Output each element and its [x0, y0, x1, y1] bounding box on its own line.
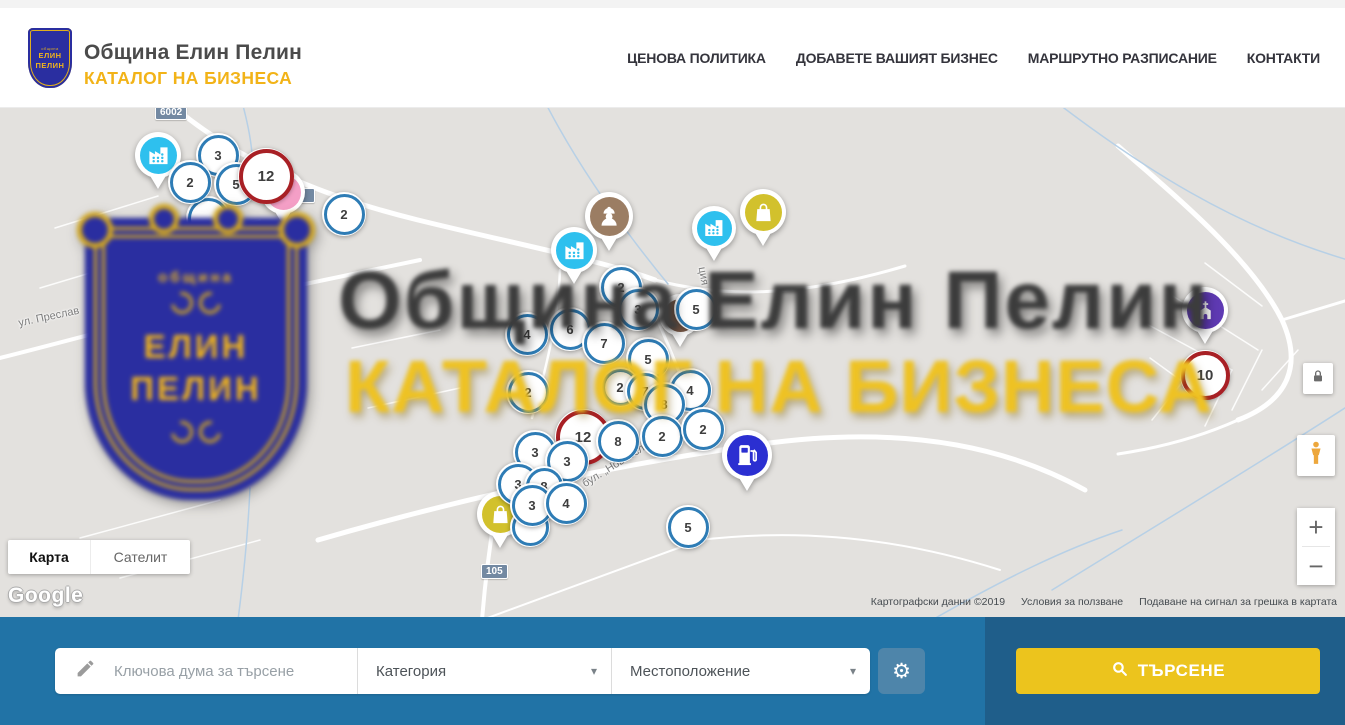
cluster-marker[interactable]: 8 [596, 419, 640, 463]
cluster-count: 4 [546, 483, 587, 524]
keyword-search-input[interactable] [112, 650, 357, 692]
zoom-control: + − [1297, 508, 1335, 585]
pegman-icon [1303, 438, 1329, 473]
pin-head [740, 189, 786, 235]
header: община ЕЛИН ПЕЛИН Община Елин Пелин КАТА… [0, 8, 1345, 108]
brand-logo[interactable]: община ЕЛИН ПЕЛИН Община Елин Пелин КАТА… [28, 28, 302, 89]
brand-subtitle: КАТАЛОГ НА БИЗНЕСА [84, 68, 302, 89]
search-submit-button[interactable]: ТЪРСЕНЕ [1016, 648, 1320, 694]
pin-head [1182, 287, 1228, 333]
bag-icon [745, 194, 782, 231]
zoom-in-button[interactable]: + [1297, 508, 1335, 546]
cluster-marker[interactable]: 5 [674, 287, 718, 331]
search-bar: Категория ▾ Местоположение ▾ ⚙ ТЪРСЕНЕ [0, 617, 1345, 725]
pin-head [692, 206, 736, 250]
nav-item-contacts[interactable]: КОНТАКТИ [1247, 50, 1320, 66]
search-bar-left: Категория ▾ Местоположение ▾ ⚙ [0, 617, 985, 725]
cluster-marker[interactable]: 4 [544, 481, 588, 525]
cluster-marker[interactable]: 2 [681, 407, 725, 451]
map-attribution: Картографски данни ©2019 Условия за полз… [871, 596, 1337, 608]
cluster-count: 5 [668, 507, 709, 548]
factory-pin[interactable] [692, 206, 736, 250]
cluster-count: 2 [508, 372, 549, 413]
lock-icon [1310, 368, 1326, 389]
fuel-pin[interactable] [722, 430, 772, 480]
chevron-down-icon: ▾ [850, 664, 856, 678]
church-icon [1187, 292, 1224, 329]
cluster-marker[interactable]: 2 [506, 370, 550, 414]
bag-pin[interactable] [740, 189, 786, 235]
location-select-value: Местоположение [630, 663, 750, 680]
brand-title: Община Елин Пелин [84, 41, 302, 65]
search-button-label: ТЪРСЕНЕ [1138, 661, 1226, 681]
map-type-satellite-button[interactable]: Сателит [90, 540, 190, 574]
main-nav: ЦЕНОВА ПОЛИТИКА ДОБАВЕТЕ ВАШИЯТ БИЗНЕС М… [627, 8, 1320, 108]
nav-item-route-schedule[interactable]: МАРШРУТНО РАЗПИСАНИЕ [1028, 50, 1217, 66]
map-type-map-button[interactable]: Карта [8, 540, 90, 574]
zoom-out-button[interactable]: − [1297, 547, 1335, 585]
fuel-icon [727, 435, 768, 476]
category-select[interactable]: Категория ▾ [358, 648, 612, 694]
cluster-count: 4 [507, 314, 548, 355]
municipality-crest-logo: община ЕЛИН ПЕЛИН [28, 28, 72, 88]
nav-item-pricing[interactable]: ЦЕНОВА ПОЛИТИКА [627, 50, 766, 66]
cluster-count: 12 [239, 149, 294, 204]
cluster-count: 10 [1181, 351, 1230, 400]
gear-icon: ⚙ [892, 659, 911, 683]
cluster-marker[interactable]: 2 [640, 414, 684, 458]
factory-icon [140, 137, 177, 174]
cluster-count: 2 [683, 409, 724, 450]
church-pin[interactable] [1182, 287, 1228, 333]
attribution-copyright: Картографски данни ©2019 [871, 596, 1005, 608]
lock-control[interactable] [1303, 363, 1333, 394]
cluster-count: 2 [170, 162, 211, 203]
cluster-count: 3 [618, 289, 659, 330]
report-map-error-link[interactable]: Подаване на сигнал за грешка в картата [1139, 596, 1337, 608]
cluster-count: 2 [642, 416, 683, 457]
pin-head [722, 430, 772, 480]
cluster-marker[interactable]: 2 [168, 160, 212, 204]
road-number-badge: 105 [481, 564, 508, 579]
cluster-count: 5 [676, 289, 717, 330]
terms-of-use-link[interactable]: Условия за ползване [1021, 596, 1123, 608]
cluster-marker[interactable]: 2 [322, 192, 366, 236]
pencil-icon [75, 658, 96, 684]
search-bar-right: ТЪРСЕНЕ [985, 617, 1345, 725]
cluster-marker[interactable]: 3 [616, 287, 660, 331]
advanced-search-button[interactable]: ⚙ [878, 648, 925, 694]
logo-text-line2: ПЕЛИН [36, 61, 65, 70]
factory-icon [697, 211, 732, 246]
cluster-count: 8 [598, 421, 639, 462]
search-icon [1111, 660, 1128, 682]
road-number-badge: 6002 [155, 108, 187, 120]
top-strip [0, 0, 1345, 8]
cluster-count: 7 [584, 323, 625, 364]
cluster-marker[interactable]: 12 [238, 148, 294, 204]
google-logo[interactable]: Google [8, 584, 83, 608]
map-type-control: Карта Сателит [8, 540, 190, 574]
google-map[interactable]: ул. Преславбул. „Новоселция 6002105 3251… [0, 108, 1345, 617]
street-view-pegman[interactable] [1297, 435, 1335, 476]
factory-icon [556, 232, 593, 269]
nav-item-add-business[interactable]: ДОБАВЕТЕ ВАШИЯТ БИЗНЕС [796, 50, 998, 66]
chevron-down-icon: ▾ [591, 664, 597, 678]
logo-text-line1: ЕЛИН [36, 51, 65, 60]
location-select[interactable]: Местоположение ▾ [612, 648, 870, 694]
cluster-marker[interactable]: 5 [666, 505, 710, 549]
factory-pin[interactable] [551, 227, 597, 273]
search-input-group: Категория ▾ Местоположение ▾ [55, 648, 870, 694]
keyword-section [55, 648, 358, 694]
category-select-value: Категория [376, 663, 446, 680]
pin-head [551, 227, 597, 273]
cluster-marker[interactable]: 4 [505, 312, 549, 356]
cluster-marker[interactable]: 10 [1180, 350, 1230, 400]
cluster-marker[interactable]: 7 [582, 321, 626, 365]
cluster-count: 2 [324, 194, 365, 235]
